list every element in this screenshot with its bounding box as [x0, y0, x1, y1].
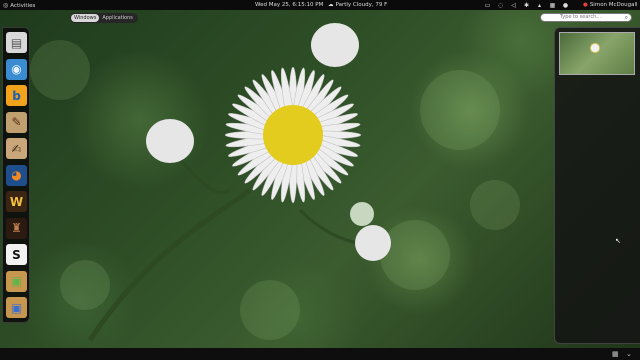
workspace-switcher	[554, 27, 640, 344]
display-icon[interactable]: ▭	[484, 2, 491, 9]
daisy-center	[263, 105, 323, 165]
game-icon[interactable]: ♜	[6, 217, 27, 239]
weather-icon: ☁	[328, 2, 334, 8]
blender-icon[interactable]: ◕	[6, 164, 27, 186]
package-manager-icon[interactable]: ▣	[6, 297, 27, 318]
text-editor-icon[interactable]: ✍	[6, 138, 27, 159]
tab-windows[interactable]: Windows	[71, 14, 100, 22]
activities-icon: ◎	[3, 2, 9, 9]
tab-applications[interactable]: Applications	[99, 14, 136, 22]
accessibility-icon[interactable]: ●	[562, 2, 569, 9]
user-status-icon: ●	[583, 2, 588, 8]
bluefish-icon[interactable]: b	[6, 85, 27, 106]
steam-icon[interactable]: S	[6, 244, 27, 265]
network-icon[interactable]: ▴	[536, 2, 543, 9]
world-of-warcraft-icon[interactable]: W	[6, 191, 27, 212]
bottom-message-tray: ▦ ⌄	[0, 348, 640, 360]
chevron-down-icon[interactable]: ⌄	[626, 350, 632, 358]
browser-icon[interactable]: ◉	[6, 58, 27, 80]
paint-icon[interactable]: ✎	[6, 111, 27, 133]
file-manager-icon[interactable]: ▤	[6, 32, 27, 53]
system-tray: ▭ ◌ ◁ ✱ ▴ ▦ ●	[484, 1, 569, 9]
search-input[interactable]: Type to search... ⌕	[540, 13, 632, 22]
keyboard-icon[interactable]: ▦	[612, 350, 619, 358]
dash: ▤ ◉ b ✎ ✍ ◕ W ♜ S ▣ ▣	[2, 27, 30, 323]
weather-indicator[interactable]: ☁ Partly Cloudy, 79 F	[328, 2, 387, 8]
daisy-flower-image	[87, 23, 391, 342]
package-installer-icon[interactable]: ▣	[6, 270, 27, 292]
volume-icon[interactable]: ◁	[510, 2, 517, 9]
notification-icon[interactable]: ◌	[497, 2, 504, 9]
weather-text: Partly Cloudy, 79 F	[335, 2, 388, 8]
workspace-thumbnail[interactable]	[559, 32, 635, 75]
top-bar: ◎ Activities Wed May 25, 6:15:10 PM ☁ Pa…	[0, 0, 640, 10]
clock[interactable]: Wed May 25, 6:15:10 PM	[255, 2, 323, 8]
user-menu[interactable]: ● Simon McDougall	[583, 2, 638, 8]
activities-button[interactable]: ◎ Activities	[3, 2, 35, 9]
search-placeholder: Type to search...	[560, 14, 602, 20]
view-switcher: Windows Applications	[70, 13, 138, 23]
desktop-wallpaper	[0, 0, 640, 360]
mouse-pointer-icon: ↖	[615, 237, 621, 245]
activities-label: Activities	[10, 2, 36, 9]
search-icon: ⌕	[624, 14, 628, 21]
bluetooth-icon[interactable]: ✱	[523, 2, 530, 9]
keyboard-icon[interactable]: ▦	[549, 2, 556, 9]
user-name: Simon McDougall	[589, 2, 638, 8]
